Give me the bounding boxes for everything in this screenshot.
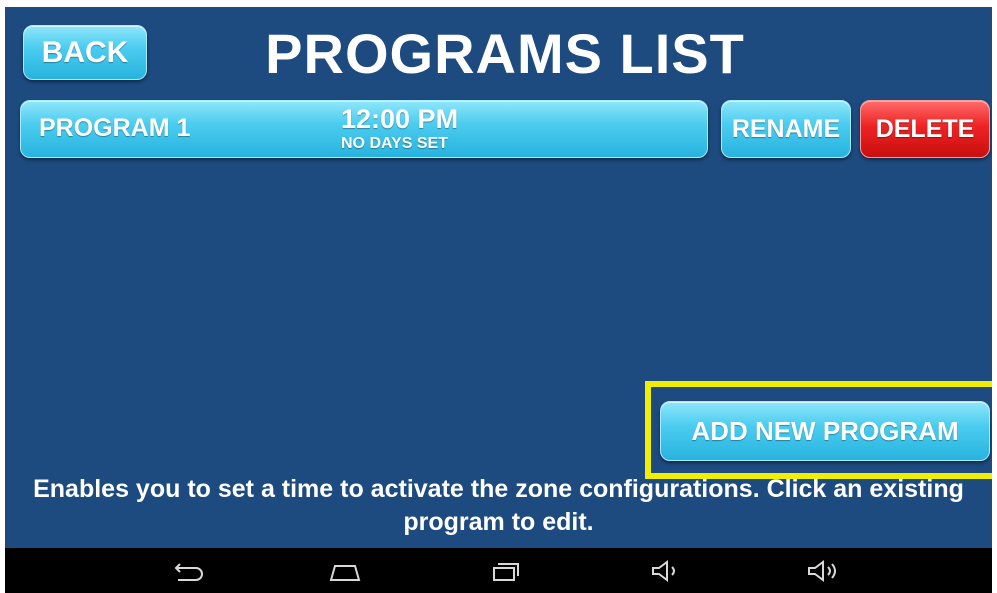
rename-button[interactable]: RENAME: [721, 100, 851, 158]
back-button[interactable]: BACK: [23, 25, 147, 80]
system-navbar: [5, 548, 992, 593]
program-days: NO DAYS SET: [341, 135, 448, 152]
back-icon[interactable]: [168, 558, 208, 584]
page-title: PROGRAMS LIST: [265, 22, 745, 85]
help-text: Enables you to set a time to activate th…: [33, 475, 964, 536]
delete-button[interactable]: DELETE: [860, 100, 990, 158]
program-name: PROGRAM 1: [39, 114, 191, 142]
program-time: 12:00 PM: [341, 104, 459, 134]
recent-apps-icon[interactable]: [485, 558, 525, 584]
home-icon[interactable]: [325, 558, 365, 584]
volume-down-icon[interactable]: [645, 558, 685, 584]
program-row[interactable]: PROGRAM 1 12:00 PM NO DAYS SET: [20, 100, 708, 158]
add-new-program-button[interactable]: ADD NEW PROGRAM: [660, 401, 990, 461]
programs-screen: BACK PROGRAMS LIST PROGRAM 1 12:00 PM NO…: [5, 7, 992, 548]
volume-up-icon[interactable]: [803, 558, 843, 584]
